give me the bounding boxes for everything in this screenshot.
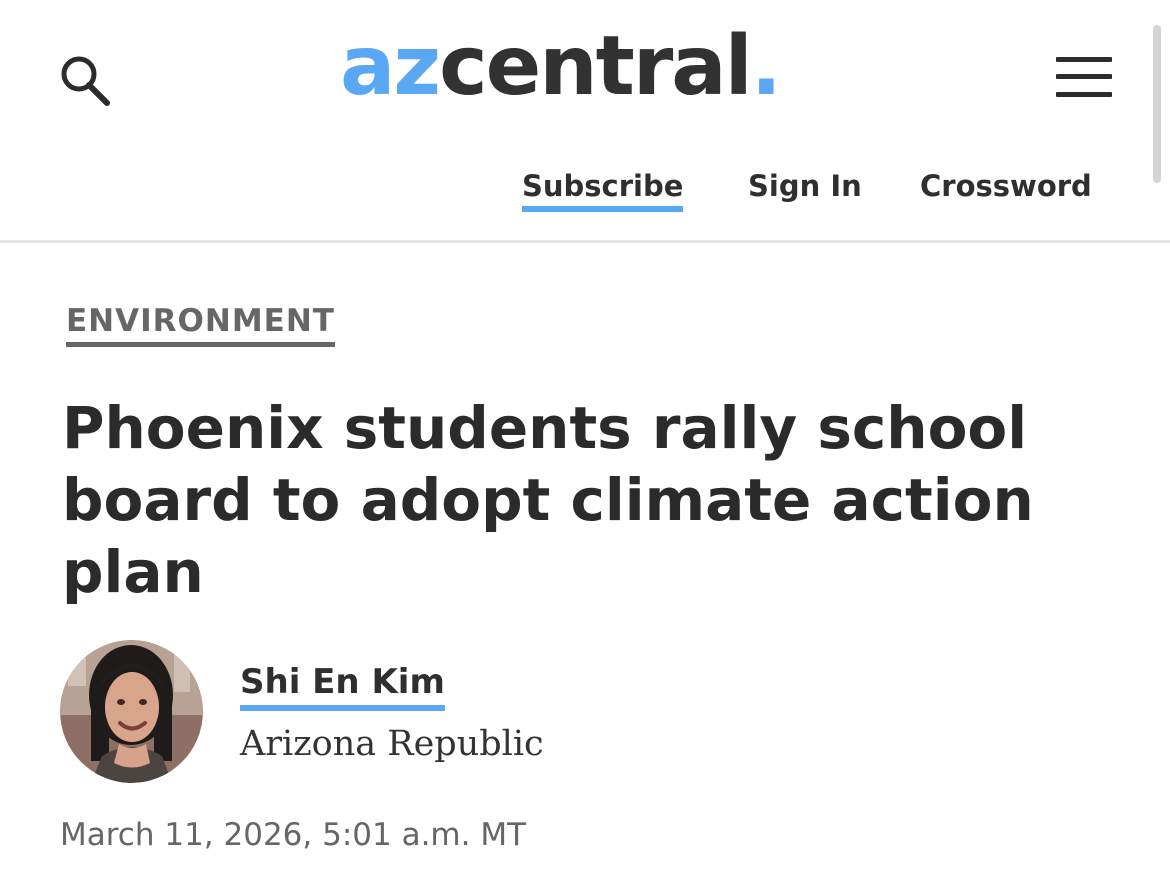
- sign-in-link[interactable]: Sign In: [748, 168, 862, 204]
- hamburger-menu-icon: [1056, 92, 1112, 97]
- search-icon: [61, 56, 110, 106]
- header-nav: Subscribe Sign In Crossword: [0, 168, 1170, 218]
- published-timestamp: March 11, 2026, 5:01 a.m. MT: [60, 817, 527, 853]
- subscribe-link[interactable]: Subscribe: [522, 168, 684, 212]
- publication-name: Arizona Republic: [240, 724, 544, 764]
- article-headline: Phoenix students rally school board to a…: [62, 394, 1034, 606]
- logo-dot: .: [750, 19, 782, 114]
- header-divider: [0, 240, 1170, 243]
- site-logo[interactable]: az central .: [340, 19, 782, 131]
- menu-button[interactable]: [1056, 55, 1116, 103]
- crossword-link[interactable]: Crossword: [920, 168, 1092, 204]
- author-avatar[interactable]: [60, 640, 203, 783]
- author-byline: Shi En Kim Arizona Republic: [60, 640, 760, 790]
- search-button[interactable]: [58, 54, 112, 108]
- section-label[interactable]: ENVIRONMENT: [66, 302, 335, 347]
- author-name-link[interactable]: Shi En Kim: [240, 662, 445, 711]
- logo-prefix: az: [340, 19, 441, 114]
- vertical-scrollbar[interactable]: [1153, 25, 1161, 183]
- logo-main: central: [439, 19, 753, 114]
- author-photo-icon: [60, 640, 203, 783]
- site-header: az central . Subscribe Sign In Crossword: [0, 0, 1170, 243]
- hamburger-menu-icon: [1056, 74, 1112, 79]
- page: az central . Subscribe Sign In Crossword…: [0, 0, 1170, 892]
- hamburger-menu-icon: [1056, 57, 1112, 62]
